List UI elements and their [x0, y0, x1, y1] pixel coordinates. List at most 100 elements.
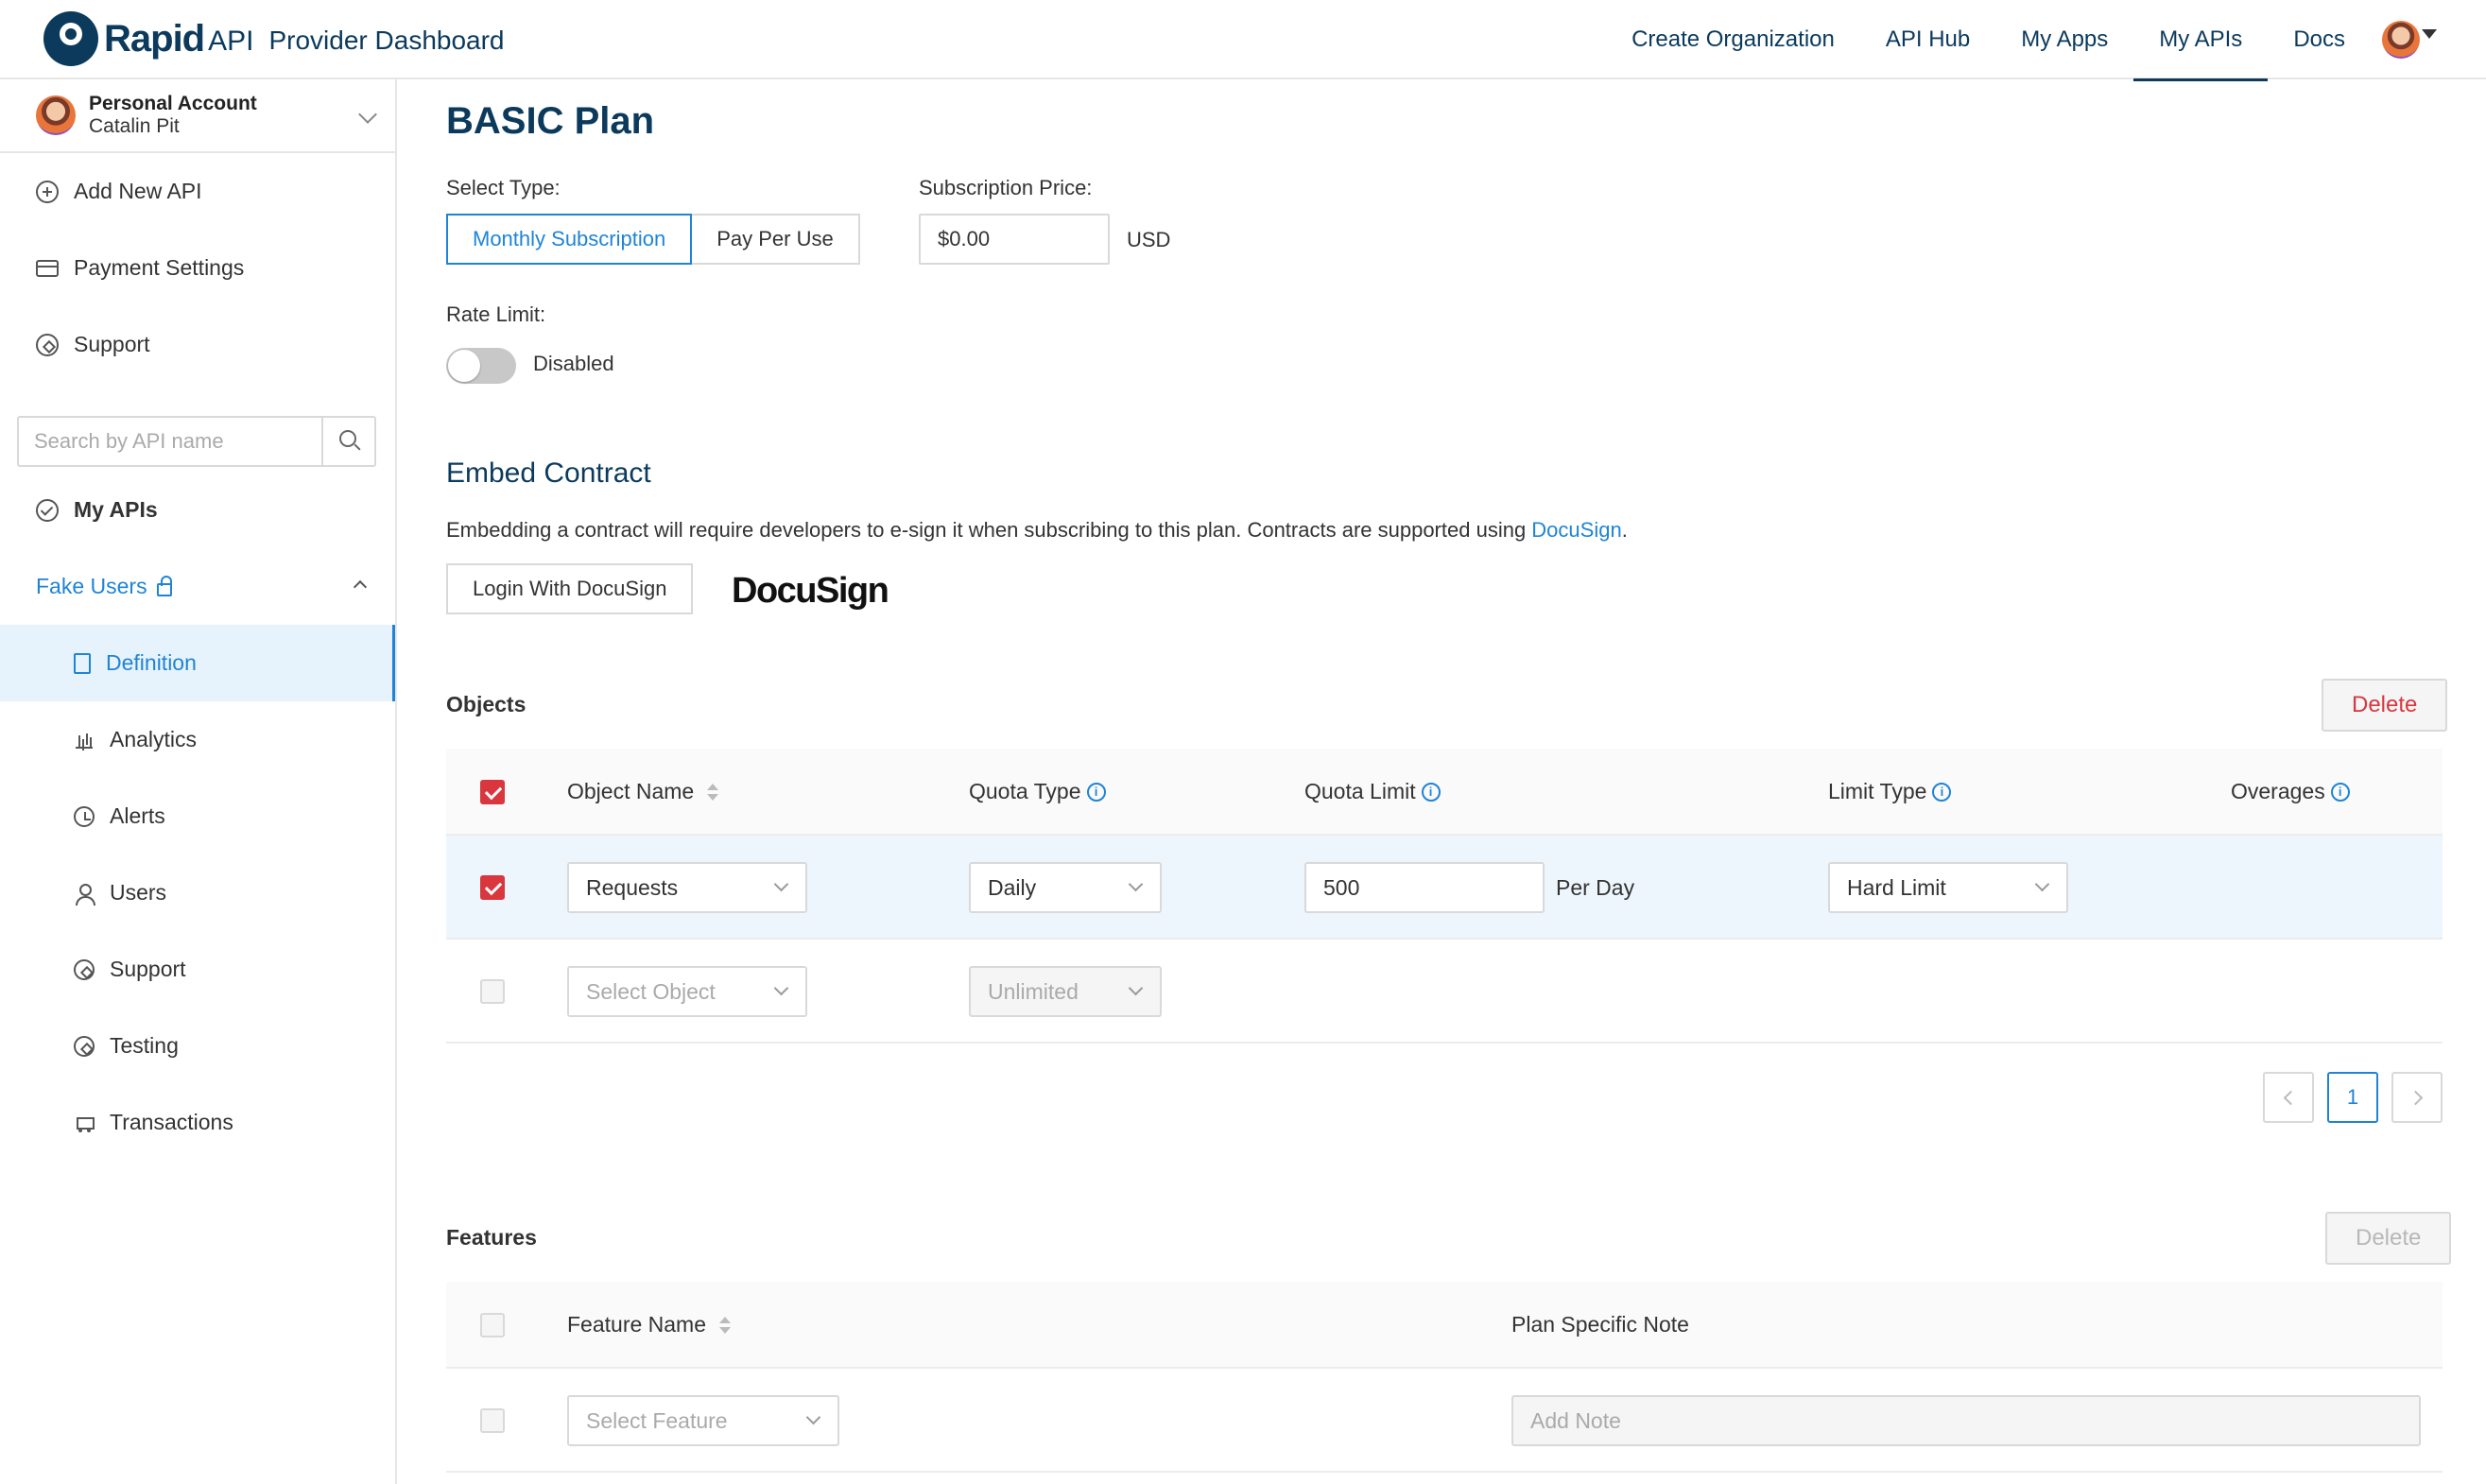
sidebar-subitem-support[interactable]: Support: [0, 931, 395, 1008]
sidebar-subitem-users[interactable]: Users: [0, 854, 395, 931]
table-header: Object Name Quota Type i Quota Limit i Lim…: [446, 749, 2443, 836]
table-row: Select Feature Add Note: [446, 1369, 2443, 1473]
limit-type-select[interactable]: Hard Limit: [1828, 862, 2068, 913]
info-icon[interactable]: i: [1932, 782, 1952, 802]
sidebar: Personal Account Catalin Pit Add New API…: [0, 79, 397, 1484]
sidebar-subitem-label: Support: [110, 957, 186, 981]
testing-icon: [74, 1035, 95, 1057]
info-icon[interactable]: i: [1086, 782, 1106, 802]
chevron-down-icon: [2034, 876, 2050, 892]
row-checkbox[interactable]: [480, 875, 505, 900]
bar-chart-icon: [74, 730, 95, 751]
embed-contract-description: Embedding a contract will require develo…: [446, 518, 1628, 543]
sidebar-subitem-label: Testing: [110, 1033, 179, 1058]
objects-delete-button[interactable]: Delete: [2322, 679, 2448, 732]
rate-limit-status: Disabled: [533, 352, 614, 375]
login-with-docusign-button[interactable]: Login With DocuSign: [446, 563, 694, 614]
sidebar-item-add-new-api[interactable]: Add New API: [0, 153, 395, 230]
sidebar-subitem-testing[interactable]: Testing: [0, 1008, 395, 1084]
search-icon[interactable]: [321, 418, 374, 465]
chevron-left-icon: [2283, 1090, 2298, 1105]
monthly-subscription-option[interactable]: Monthly Subscription: [446, 214, 693, 265]
nav-create-organization[interactable]: Create Organization: [1606, 0, 1860, 79]
select-all-checkbox[interactable]: [480, 1313, 505, 1337]
col-plan-specific-note: Plan Specific Note: [1511, 1312, 1689, 1337]
col-overages: Overages i: [2231, 779, 2350, 804]
sidebar-subitem-label: Analytics: [110, 727, 198, 751]
compass-icon: [36, 333, 59, 356]
objects-title: Objects: [446, 692, 527, 716]
subscription-price-label: Subscription Price:: [919, 176, 1093, 199]
row-checkbox[interactable]: [480, 1408, 505, 1433]
pagination-page[interactable]: 1: [2327, 1072, 2378, 1123]
sidebar-subitem-analytics[interactable]: Analytics: [0, 701, 395, 778]
plus-circle-icon: [36, 180, 59, 203]
select-all-checkbox[interactable]: [480, 780, 505, 804]
sort-icon[interactable]: [707, 782, 719, 802]
nav-api-hub[interactable]: API Hub: [1860, 0, 1995, 79]
user-menu[interactable]: [2371, 0, 2486, 79]
account-title: Personal Account: [89, 93, 257, 114]
info-icon[interactable]: i: [2330, 782, 2350, 802]
object-select[interactable]: Select Object: [567, 966, 807, 1017]
chevron-down-icon: [1128, 980, 1144, 996]
sidebar-subitem-definition[interactable]: Definition: [0, 625, 395, 701]
sidebar-subitem-label: Users: [110, 880, 167, 905]
chevron-down-icon: [773, 980, 789, 996]
chevron-down-icon: [773, 876, 789, 892]
subscription-price-input[interactable]: $0.00: [919, 214, 1110, 265]
nav-docs[interactable]: Docs: [2268, 0, 2371, 79]
sidebar-item-payment-settings[interactable]: Payment Settings: [0, 230, 395, 306]
embed-contract-title: Embed Contract: [446, 457, 651, 489]
top-bar: Rapid API Provider Dashboard Create Orga…: [0, 0, 2486, 81]
quota-limit-input[interactable]: 500: [1304, 862, 1545, 913]
plan-note-input[interactable]: Add Note: [1511, 1395, 2421, 1446]
quota-type-select[interactable]: Daily: [969, 862, 1162, 913]
embed-text: Embedding a contract will require develo…: [446, 518, 1532, 542]
sidebar-item-label: My APIs: [74, 497, 158, 522]
features-delete-button: Delete: [2325, 1212, 2452, 1265]
cart-icon: [74, 1113, 95, 1133]
chevron-down-icon: [805, 1409, 821, 1425]
sidebar-subitem-label: Transactions: [110, 1110, 233, 1134]
row-checkbox[interactable]: [480, 979, 505, 1004]
sidebar-subitem-label: Definition: [106, 650, 197, 675]
logo-rapid-text: Rapid: [104, 17, 205, 60]
info-icon[interactable]: i: [1421, 782, 1441, 802]
col-feature-name[interactable]: Feature Name: [567, 1312, 732, 1337]
pay-per-use-option[interactable]: Pay Per Use: [692, 214, 860, 265]
sidebar-api-fake-users[interactable]: Fake Users: [0, 548, 395, 625]
logo-api-text: API: [208, 26, 254, 57]
table-row: Requests Daily 500 Per Day Hard Limit: [446, 836, 2443, 940]
docusign-logo: DocuSign: [732, 571, 889, 611]
sidebar-item-my-apis[interactable]: My APIs: [0, 472, 395, 548]
rapidapi-logo[interactable]: Rapid API Provider Dashboard: [43, 11, 505, 66]
nav-my-apis[interactable]: My APIs: [2133, 0, 2269, 81]
docusign-link[interactable]: DocuSign: [1531, 518, 1621, 542]
pagination-prev[interactable]: [2263, 1072, 2314, 1123]
currency-label: USD: [1127, 228, 1171, 251]
nav-my-apps[interactable]: My Apps: [1995, 0, 2133, 79]
table-header: Feature Name Plan Specific Note: [446, 1282, 2443, 1369]
sidebar-subitem-alerts[interactable]: Alerts: [0, 778, 395, 854]
lock-icon: [156, 575, 172, 596]
object-select[interactable]: Requests: [567, 862, 807, 913]
chevron-up-icon[interactable]: [353, 579, 368, 595]
document-icon: [74, 652, 91, 674]
credit-card-icon: [36, 259, 59, 277]
quota-type-select: Unlimited: [969, 966, 1162, 1017]
rate-limit-toggle[interactable]: [446, 348, 516, 384]
sort-icon[interactable]: [719, 1315, 732, 1336]
sidebar-subitem-transactions[interactable]: Transactions: [0, 1084, 395, 1161]
col-object-name[interactable]: Object Name: [567, 779, 719, 804]
sidebar-item-support[interactable]: Support: [0, 306, 395, 383]
sidebar-item-label: Add New API: [74, 179, 202, 203]
features-title: Features: [446, 1225, 537, 1250]
page-title: BASIC Plan: [446, 100, 655, 142]
pagination-next[interactable]: [2391, 1072, 2443, 1123]
account-switcher[interactable]: Personal Account Catalin Pit: [0, 79, 395, 153]
clock-icon: [74, 805, 95, 827]
search-input[interactable]: [19, 418, 321, 465]
rate-limit-label: Rate Limit:: [446, 302, 546, 326]
feature-select[interactable]: Select Feature: [567, 1395, 839, 1446]
